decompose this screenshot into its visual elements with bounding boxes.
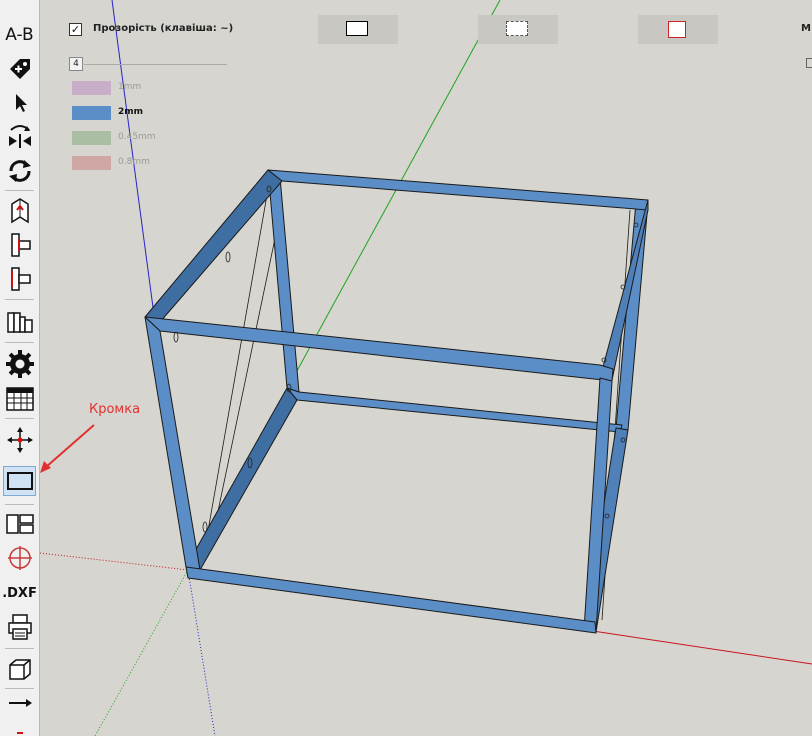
target-button[interactable] <box>3 543 36 573</box>
annotation-arrow <box>40 424 95 473</box>
connector-mark <box>173 331 179 343</box>
thickness-swatch <box>72 131 111 145</box>
frame-bottom-back-rail <box>286 387 623 433</box>
axis-blue-dotted-line <box>187 569 216 736</box>
print-button[interactable] <box>3 612 36 642</box>
ab-text-button[interactable]: A-B <box>3 20 36 50</box>
connector-mark <box>202 521 208 533</box>
books-icon <box>6 312 33 333</box>
target-icon <box>7 546 32 570</box>
edge-band-icon <box>6 472 33 490</box>
toolbar-divider <box>5 190 34 191</box>
dashed-rect-icon <box>506 21 528 36</box>
dxf-icon: .DXF <box>2 585 37 601</box>
m-label: M <box>801 23 811 34</box>
table-icon <box>5 387 34 411</box>
thickness-swatch <box>72 106 111 120</box>
flip-icon <box>8 125 31 148</box>
dxf-export-button[interactable]: .DXF <box>2 578 37 608</box>
panel-pin-button[interactable] <box>3 196 36 226</box>
toolbar-divider <box>5 299 34 300</box>
panel-pin-icon <box>10 198 29 224</box>
connector-mark <box>225 251 231 263</box>
transparency-checkbox[interactable]: ✓ <box>69 23 82 36</box>
rotate-button[interactable] <box>3 156 36 186</box>
red-rect-icon <box>668 21 686 38</box>
box-button[interactable] <box>3 654 36 684</box>
toolbar-overflow-indicator <box>17 732 23 734</box>
edge-annotation-label: Кромка <box>89 402 141 417</box>
style-dashed-button[interactable] <box>478 15 558 44</box>
toolbar-divider <box>5 342 34 343</box>
layout-button[interactable] <box>3 509 36 539</box>
flip-button[interactable] <box>3 122 36 152</box>
thickness-label: 0.8mm <box>118 157 150 167</box>
partial-checkbox[interactable] <box>806 58 812 68</box>
move-axes-icon <box>6 427 33 453</box>
scene-canvas <box>40 0 812 736</box>
edge-band-button[interactable] <box>3 466 36 496</box>
layout-icon <box>5 514 34 534</box>
left-toolbar: A-B .DXF <box>0 0 40 736</box>
tag-plus-icon <box>9 59 30 79</box>
solid-rect-icon <box>346 21 368 36</box>
count-slider[interactable] <box>84 64 227 65</box>
select-arrow-icon <box>15 94 27 112</box>
settings-button[interactable] <box>3 349 36 379</box>
edge-right-icon <box>10 267 31 291</box>
frame-top-back-rail <box>267 169 649 211</box>
frame-top-front-rail <box>144 316 614 382</box>
frame-front-left-post <box>144 316 201 571</box>
arrow-right-icon <box>8 699 32 707</box>
toolbar-divider <box>5 418 34 419</box>
thickness-label: 0.45mm <box>118 132 156 142</box>
thickness-swatch <box>72 81 111 95</box>
frame-bottom-front-rail <box>185 566 597 634</box>
axis-green-dotted-line <box>94 569 189 736</box>
thickness-swatch <box>72 156 111 170</box>
select-tool-button[interactable] <box>3 88 36 118</box>
rotate-icon <box>8 160 31 182</box>
box-icon <box>8 659 31 680</box>
count-spin-value[interactable]: 4 <box>69 57 83 71</box>
3d-viewport[interactable]: ✓ Прозорість (клавіша: ~) M 4 1mm 2mm 0.45… <box>40 0 812 736</box>
thickness-label: 2mm <box>118 107 144 117</box>
axis-red-dotted-line <box>40 552 189 571</box>
gear-icon <box>5 350 34 378</box>
tag-plus-button[interactable] <box>3 54 36 84</box>
transparency-label: Прозорість (клавіша: ~) <box>93 23 234 34</box>
printer-icon <box>7 614 32 640</box>
ab-text-icon: A-B <box>5 25 34 45</box>
toolbar-divider <box>5 504 34 505</box>
edge-left-button[interactable] <box>3 230 36 260</box>
thickness-label: 1mm <box>118 82 142 92</box>
move-button[interactable] <box>3 425 36 455</box>
books-button[interactable] <box>3 307 36 337</box>
edge-right-button[interactable] <box>3 264 36 294</box>
edge-left-icon <box>10 233 31 257</box>
arrow-button[interactable] <box>3 688 36 718</box>
back-inner-line <box>211 204 283 541</box>
table-button[interactable] <box>3 384 36 414</box>
style-red-outline-button[interactable] <box>638 15 718 44</box>
style-solid-button[interactable] <box>318 15 398 44</box>
frame-back-left-post <box>267 169 300 393</box>
frame-top-left-rail <box>144 169 283 323</box>
toolbar-divider <box>5 648 34 649</box>
frame-bottom-left-rail <box>185 387 298 571</box>
